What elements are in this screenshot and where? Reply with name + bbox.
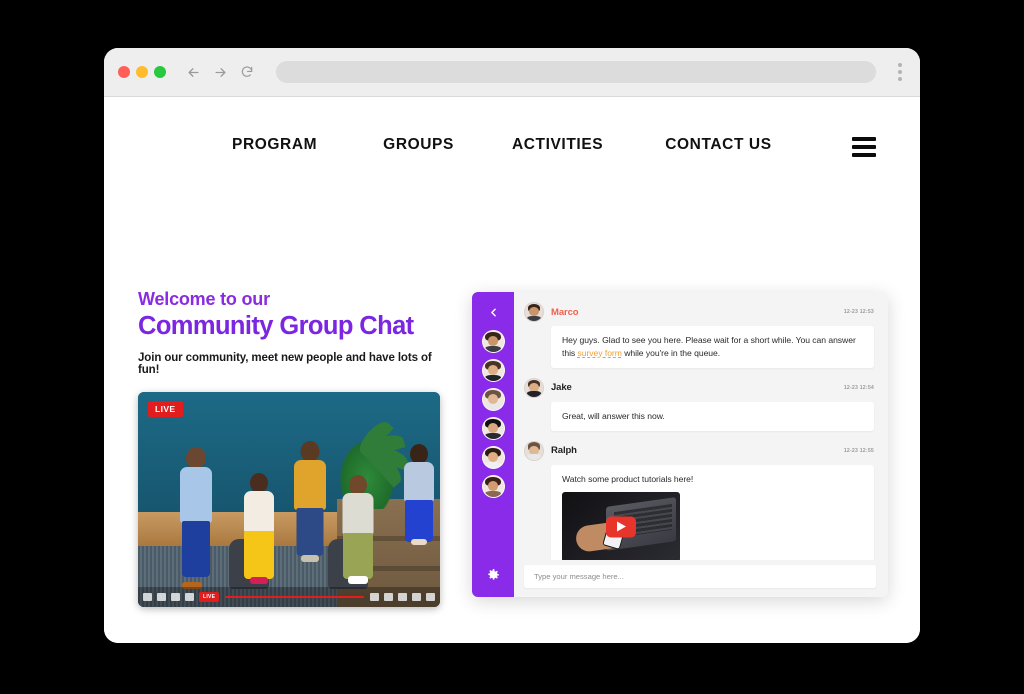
avatar [524,378,544,398]
chat-message-header: Ralph 12-23 12:55 [524,441,874,461]
nav-item-program[interactable]: PROGRAM [232,136,317,154]
chat-message-author: Jake [551,382,572,393]
nav-item-activities[interactable]: ACTIVITIES [512,136,603,154]
chat-message-author: Ralph [551,445,577,456]
chat-message-bubble: Great, will answer this now. [551,402,874,431]
live-chip: LIVE [199,592,219,602]
fullscreen-icon[interactable] [426,593,435,601]
video-thumbnail[interactable] [562,492,680,560]
chat-message-text-tail: while you're in the queue. [622,348,720,358]
chat-message: Jake 12-23 12:54 Great, will answer this… [524,378,874,431]
back-arrow-icon[interactable] [186,65,201,80]
picture-in-picture-icon[interactable] [412,593,421,601]
chat-main-panel: Marco 12-23 12:53 Hey guys. Glad to see … [514,292,888,597]
hero-eyebrow: Welcome to our [138,289,448,310]
captions-icon[interactable] [384,593,393,601]
hamburger-icon[interactable] [852,137,876,157]
avatar-ashley[interactable] [482,475,505,498]
browser-window: PROGRAM GROUPS ACTIVITIES CONTACT US Wel… [104,48,920,643]
page-title: Community Group Chat [138,312,448,341]
chat-composer [514,560,888,597]
gear-icon[interactable] [485,567,501,583]
video-controls-right [370,593,435,601]
avatar [524,441,544,461]
maximize-window-button[interactable] [154,66,166,78]
chat-member-avatars [482,330,505,498]
chat-message-timestamp: 12-23 12:55 [844,448,874,454]
hero-subtitle: Join our community, meet new people and … [138,352,448,376]
avatar-member-4[interactable] [482,417,505,440]
screenshot-stage: PROGRAM GROUPS ACTIVITIES CONTACT US Wel… [0,0,1024,694]
avatar-jake[interactable] [482,359,505,382]
chat-message-timestamp: 12-23 12:53 [844,309,874,315]
survey-form-link[interactable]: survey form [578,348,622,358]
message-input[interactable] [524,565,876,588]
theater-mode-icon[interactable] [398,593,407,601]
video-progress-bar[interactable] [225,596,364,598]
avatar-member-5[interactable] [482,446,505,469]
chat-message: Ralph 12-23 12:55 Watch some product tut… [524,441,874,560]
chat-message-header: Marco 12-23 12:53 [524,302,874,322]
avatar-ralph[interactable] [482,388,505,411]
close-window-button[interactable] [118,66,130,78]
reload-icon[interactable] [240,65,254,79]
chat-sidebar [472,292,514,597]
settings-icon[interactable] [370,593,379,601]
rewind-icon[interactable] [157,593,166,601]
chat-message-timestamp: 12-23 12:54 [844,385,874,391]
navbar-links: PROGRAM GROUPS ACTIVITIES CONTACT US [232,136,772,154]
pause-icon[interactable] [171,593,180,601]
forward-arrow-icon[interactable] [213,65,228,80]
address-bar[interactable] [276,61,876,83]
hero-column: Welcome to our Community Group Chat Join… [138,289,448,607]
video-controls: LIVE [138,587,440,607]
video-player[interactable]: LIVE LIVE [138,392,440,607]
browser-nav-buttons [186,65,254,80]
minimize-window-button[interactable] [136,66,148,78]
chat-message: Marco 12-23 12:53 Hey guys. Glad to see … [524,302,874,368]
play-button-icon[interactable] [606,516,636,537]
chat-message-author: Marco [551,307,578,318]
scene-person [337,475,379,581]
video-controls-left: LIVE [143,592,219,602]
scene-person [289,441,331,559]
nav-item-groups[interactable]: GROUPS [383,136,454,154]
chat-message-header: Jake 12-23 12:54 [524,378,874,398]
scene-person [398,444,440,542]
site-navbar: PROGRAM GROUPS ACTIVITIES CONTACT US [104,97,920,193]
live-badge: LIVE [148,401,183,417]
scene-person [174,447,218,585]
skip-back-icon[interactable] [143,593,152,601]
chat-message-text: Watch some product tutorials here! [562,474,693,484]
chat-message-bubble: Watch some product tutorials here! [551,465,874,560]
chevron-left-icon[interactable] [483,302,503,322]
browser-toolbar [104,48,920,97]
fast-forward-icon[interactable] [185,593,194,601]
group-chat-widget: Marco 12-23 12:53 Hey guys. Glad to see … [472,292,888,597]
chat-message-bubble: Hey guys. Glad to see you here. Please w… [551,326,874,368]
chat-message-list[interactable]: Marco 12-23 12:53 Hey guys. Glad to see … [514,292,888,560]
nav-item-contact-us[interactable]: CONTACT US [665,136,771,154]
kebab-menu-icon[interactable] [898,63,906,81]
video-scene [138,392,440,607]
window-traffic-lights [118,66,166,78]
page-content: PROGRAM GROUPS ACTIVITIES CONTACT US Wel… [104,97,920,643]
avatar-marco[interactable] [482,330,505,353]
avatar [524,302,544,322]
scene-person [238,473,280,581]
